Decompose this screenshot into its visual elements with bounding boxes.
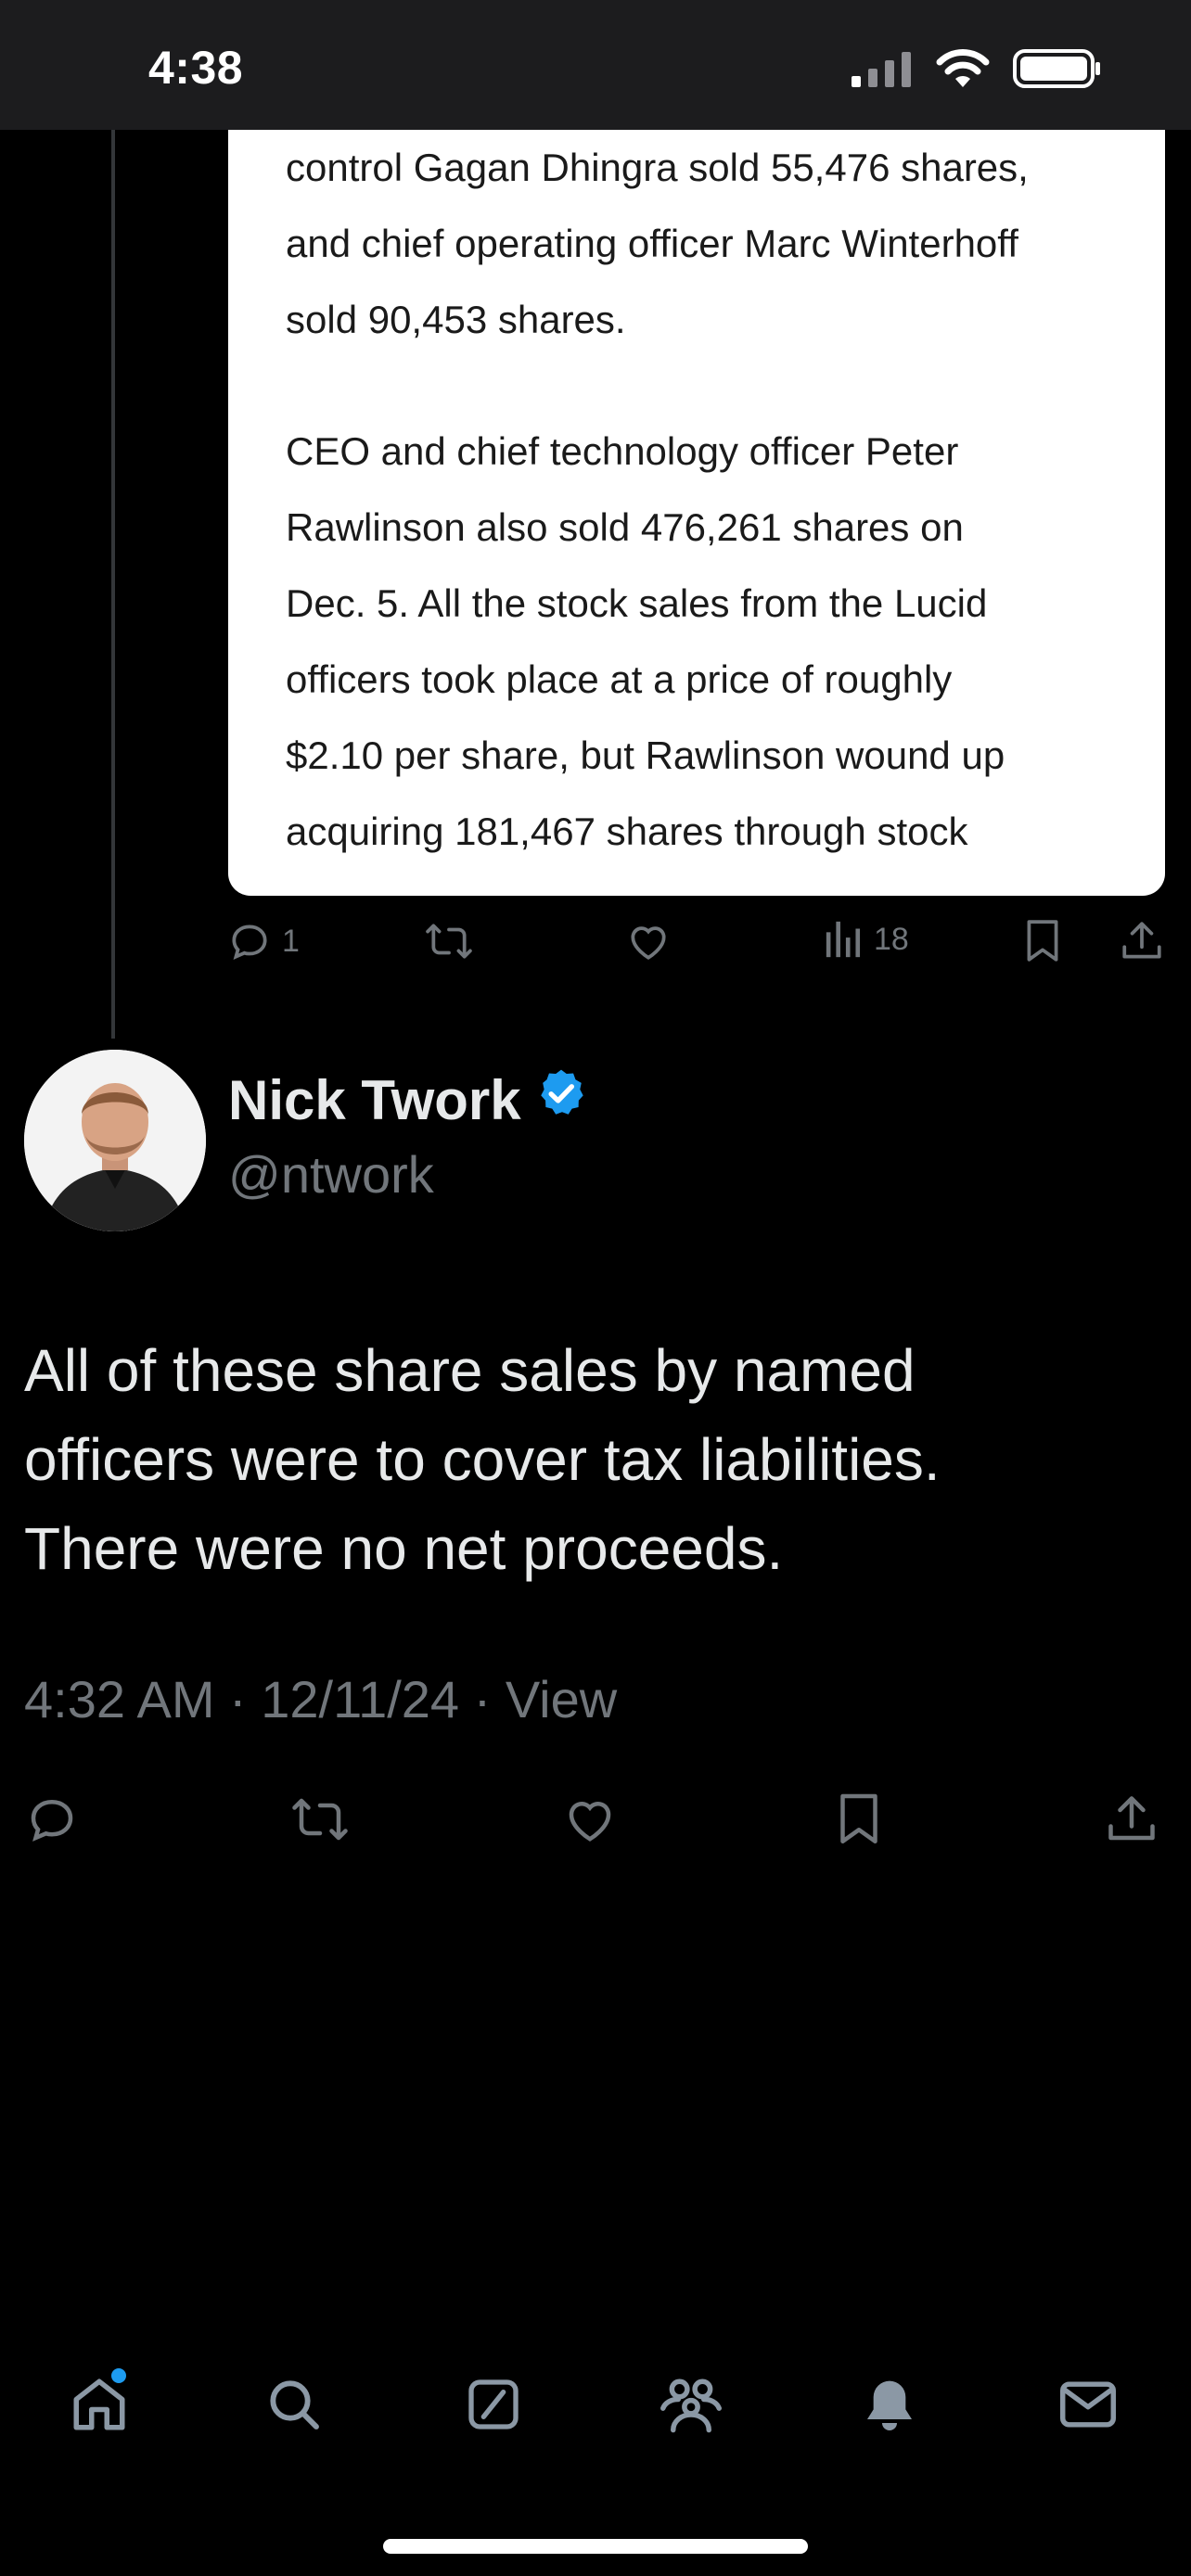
status-bar: 4:38 <box>0 0 1191 130</box>
cellular-signal-icon <box>852 50 913 92</box>
share-button[interactable] <box>1104 1792 1159 1847</box>
share-button[interactable] <box>1119 918 1165 964</box>
wifi-icon <box>935 48 991 94</box>
views-icon <box>824 918 864 961</box>
reply-icon <box>24 1792 80 1847</box>
battery-icon <box>1013 48 1102 94</box>
heart-icon <box>562 1792 618 1847</box>
retweet-icon <box>289 1792 351 1847</box>
home-indicator[interactable] <box>383 2539 808 2554</box>
retweet-icon <box>423 918 475 964</box>
reply-button[interactable]: 1 <box>226 918 300 964</box>
avatar[interactable] <box>24 1050 206 1231</box>
home-icon <box>69 2374 130 2440</box>
nav-home[interactable] <box>58 2365 141 2448</box>
tweet-actions <box>24 1792 1167 1866</box>
bell-icon <box>860 2374 919 2440</box>
image-paragraph: CEO and chief technology officer Peter R… <box>286 429 1005 853</box>
bottom-nav <box>0 2355 1191 2476</box>
bookmark-icon <box>1022 918 1063 964</box>
nav-grok[interactable] <box>452 2365 535 2448</box>
reply-count: 1 <box>282 923 300 959</box>
author-handle[interactable]: @ntwork <box>228 1144 434 1205</box>
unread-dot <box>111 2368 126 2383</box>
tweet-timestamp[interactable]: 4:32 AM · 12/11/24 · View <box>24 1669 617 1729</box>
like-button[interactable] <box>625 918 672 964</box>
share-icon <box>1104 1792 1159 1847</box>
retweet-button[interactable] <box>423 918 475 964</box>
reply-button[interactable] <box>24 1792 80 1847</box>
like-button[interactable] <box>562 1792 618 1847</box>
nav-communities[interactable] <box>649 2365 733 2448</box>
nav-search[interactable] <box>252 2365 336 2448</box>
nav-notifications[interactable] <box>848 2365 931 2448</box>
nav-messages[interactable] <box>1046 2365 1130 2448</box>
verified-badge-icon <box>534 1066 588 1133</box>
bookmark-button[interactable] <box>835 1792 883 1847</box>
grok-icon <box>464 2375 523 2439</box>
communities-icon <box>658 2374 724 2440</box>
status-icons <box>852 48 1102 94</box>
thread-line <box>111 130 115 1039</box>
parent-tweet-actions: 1 18 <box>226 918 1172 987</box>
tweet-image[interactable]: control Gagan Dhingra sold 55,476 shares… <box>228 93 1165 896</box>
bookmark-icon <box>835 1792 883 1847</box>
image-paragraph: control Gagan Dhingra sold 55,476 shares… <box>286 146 1029 341</box>
status-time: 4:38 <box>148 42 244 94</box>
share-icon <box>1119 918 1165 964</box>
mail-icon <box>1057 2377 1119 2437</box>
search-icon <box>264 2375 324 2439</box>
heart-icon <box>625 918 672 964</box>
image-article-text: control Gagan Dhingra sold 55,476 shares… <box>286 130 1130 896</box>
tweet-text: All of these share sales by named office… <box>24 1337 941 1582</box>
retweet-button[interactable] <box>289 1792 351 1847</box>
author-name-text: Nick Twork <box>228 1068 521 1131</box>
bookmark-button[interactable] <box>1022 918 1063 964</box>
author-name[interactable]: Nick Twork <box>228 1066 588 1133</box>
views-count: 18 <box>874 921 909 957</box>
views-button[interactable]: 18 <box>824 918 909 961</box>
reply-icon <box>226 918 273 964</box>
